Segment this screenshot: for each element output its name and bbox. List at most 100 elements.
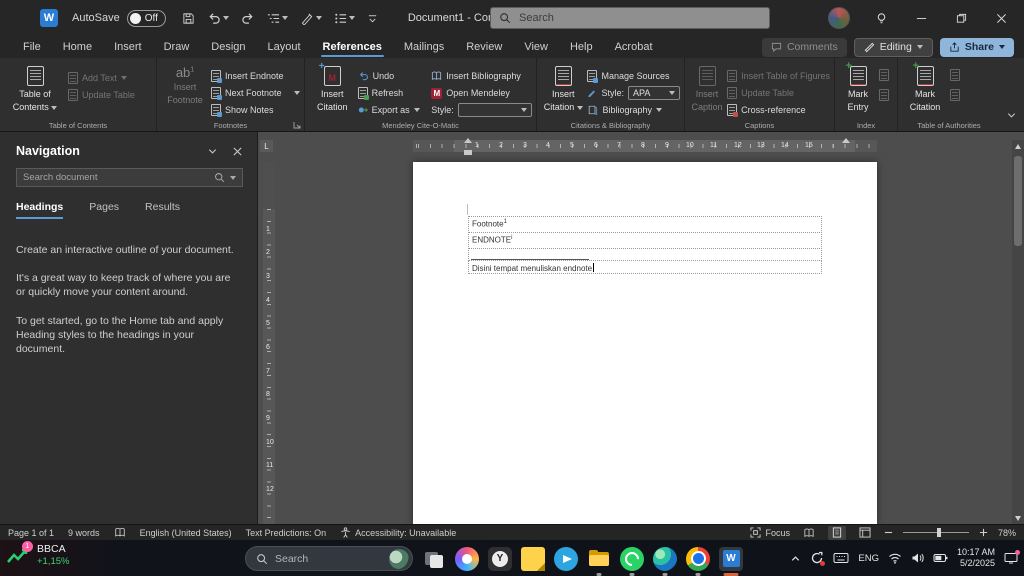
insert-bibliography-button[interactable]: Insert Bibliography [431, 69, 532, 83]
task-view-button[interactable] [422, 547, 446, 571]
tab-mailings[interactable]: Mailings [393, 36, 455, 58]
vertical-scrollbar[interactable] [1012, 140, 1024, 524]
footnote-line[interactable]: Footnote1 [468, 216, 822, 233]
word-count[interactable]: 9 words [68, 528, 100, 538]
close-button[interactable] [984, 3, 1018, 33]
bibliography-button[interactable]: Bibliography [587, 103, 680, 117]
sync-update-tray-icon[interactable] [810, 551, 824, 565]
zoom-out-button[interactable] [884, 528, 893, 537]
open-mendeley-button[interactable]: Open Mendeley [431, 86, 532, 100]
collapse-ribbon-button[interactable] [1006, 110, 1017, 121]
cross-reference-button[interactable]: Cross-reference [727, 103, 830, 117]
minimize-button[interactable] [904, 3, 938, 33]
tab-review[interactable]: Review [455, 36, 513, 58]
tab-draw[interactable]: Draw [153, 36, 201, 58]
comments-button[interactable]: Comments [762, 38, 847, 57]
bullet-list-button[interactable] [330, 9, 359, 28]
start-button[interactable] [212, 547, 236, 571]
hanging-indent-marker[interactable] [464, 138, 472, 143]
undo-button[interactable] [203, 9, 233, 28]
share-button[interactable]: Share [940, 38, 1014, 57]
tab-help[interactable]: Help [559, 36, 604, 58]
word-app-icon[interactable] [40, 9, 58, 27]
navigation-search-box[interactable] [16, 168, 243, 187]
telegram-button[interactable] [554, 547, 578, 571]
zoom-slider[interactable] [903, 532, 969, 533]
titlebar-search-box[interactable] [490, 7, 770, 29]
focus-button[interactable]: Focus [750, 527, 790, 538]
language-indicator[interactable]: English (United States) [140, 528, 232, 538]
nav-tab-pages[interactable]: Pages [89, 201, 119, 219]
vertical-ruler[interactable]: 1 2 3 4 5 6 7 8 9 10 11 12 [263, 162, 275, 524]
tab-selector[interactable]: L [260, 140, 273, 152]
search-highlight-image[interactable] [389, 549, 409, 569]
tab-insert[interactable]: Insert [103, 36, 153, 58]
clock-app-button[interactable] [488, 547, 512, 571]
chrome-button[interactable] [686, 547, 710, 571]
battery-icon[interactable] [933, 553, 948, 563]
mendeley-insert-citation-button[interactable]: Insert Citation [311, 63, 354, 113]
table-of-contents-button[interactable]: Table of Contents [6, 63, 64, 113]
accessibility-indicator[interactable]: Accessibility: Unavailable [340, 527, 456, 538]
whatsapp-button[interactable] [620, 547, 644, 571]
insert-citation-button[interactable]: Insert Citation [543, 63, 583, 113]
right-indent-marker[interactable] [842, 138, 850, 143]
share-dropdown-icon[interactable] [999, 45, 1005, 49]
tray-overflow-button[interactable] [790, 553, 801, 564]
editing-mode-button[interactable]: Editing [854, 38, 933, 57]
print-layout-button[interactable] [828, 526, 846, 540]
mark-citation-button[interactable]: Mark Citation [904, 63, 946, 113]
multilevel-list-button[interactable] [263, 9, 292, 28]
footnotes-dialog-launcher[interactable] [293, 121, 301, 129]
taskbar-search-box[interactable] [245, 546, 413, 571]
tab-acrobat[interactable]: Acrobat [604, 36, 664, 58]
multilevel-list-dropdown-icon[interactable] [282, 16, 288, 20]
bullet-list-dropdown-icon[interactable] [349, 16, 355, 20]
mendeley-export-button[interactable]: Export as [358, 103, 428, 117]
titlebar-search-input[interactable] [519, 12, 761, 24]
sticky-notes-button[interactable] [521, 547, 545, 571]
edge-button[interactable] [653, 547, 677, 571]
navigation-close-button[interactable] [232, 146, 243, 157]
tab-view[interactable]: View [513, 36, 559, 58]
word-taskbar-button[interactable] [719, 547, 743, 571]
navigation-options-button[interactable] [207, 146, 218, 157]
widgets-button[interactable]: 1 BBCA +1,15% [6, 543, 70, 568]
insert-endnote-button[interactable]: Insert Endnote [211, 69, 300, 83]
endnote-typing-line[interactable]: Disini tempat menuliskan endnote [468, 260, 822, 274]
style-pen-dropdown-icon[interactable] [316, 16, 322, 20]
navigation-search-input[interactable] [23, 172, 209, 183]
ideas-lightbulb-button[interactable] [864, 3, 898, 33]
file-explorer-button[interactable] [587, 547, 611, 571]
mendeley-export-dropdown-icon[interactable] [414, 108, 420, 112]
style-pen-button[interactable] [296, 9, 326, 28]
endnote-line[interactable]: ENDNOTEi [468, 232, 822, 249]
clock-tray[interactable]: 10:17 AM 5/2/2025 [957, 547, 995, 570]
zoom-slider-thumb[interactable] [937, 528, 941, 537]
document-page[interactable]: Footnote1 ENDNOTEi Disini tempat menulis… [413, 162, 877, 524]
redo-button[interactable] [237, 9, 259, 28]
proofing-book-icon[interactable] [114, 527, 126, 538]
insert-citation-dropdown-icon[interactable] [577, 106, 583, 110]
wifi-icon[interactable] [888, 552, 902, 564]
next-footnote-dropdown-icon[interactable] [294, 91, 300, 95]
toc-dropdown-icon[interactable] [51, 106, 57, 110]
manage-sources-button[interactable]: Manage Sources [587, 69, 680, 83]
taskbar-search-input[interactable] [275, 553, 382, 565]
language-tray-indicator[interactable]: ENG [858, 553, 879, 564]
zoom-level[interactable]: 78% [998, 528, 1016, 538]
mendeley-refresh-button[interactable]: Refresh [358, 86, 428, 100]
search-options-dropdown-icon[interactable] [230, 176, 236, 180]
mendeley-style-select[interactable] [458, 103, 532, 117]
tab-design[interactable]: Design [200, 36, 256, 58]
editing-dropdown-icon[interactable] [917, 45, 923, 49]
show-notes-button[interactable]: Show Notes [211, 103, 300, 117]
text-predictions-indicator[interactable]: Text Predictions: On [246, 528, 327, 538]
mark-entry-button[interactable]: Mark Entry [841, 63, 875, 113]
scroll-up-button[interactable] [1012, 140, 1024, 152]
nav-tab-results[interactable]: Results [145, 201, 180, 219]
page-indicator[interactable]: Page 1 of 1 [8, 528, 54, 538]
touch-keyboard-icon[interactable] [833, 552, 849, 564]
autosave-toggle[interactable]: Off [127, 10, 166, 27]
scrollbar-thumb[interactable] [1014, 156, 1022, 246]
